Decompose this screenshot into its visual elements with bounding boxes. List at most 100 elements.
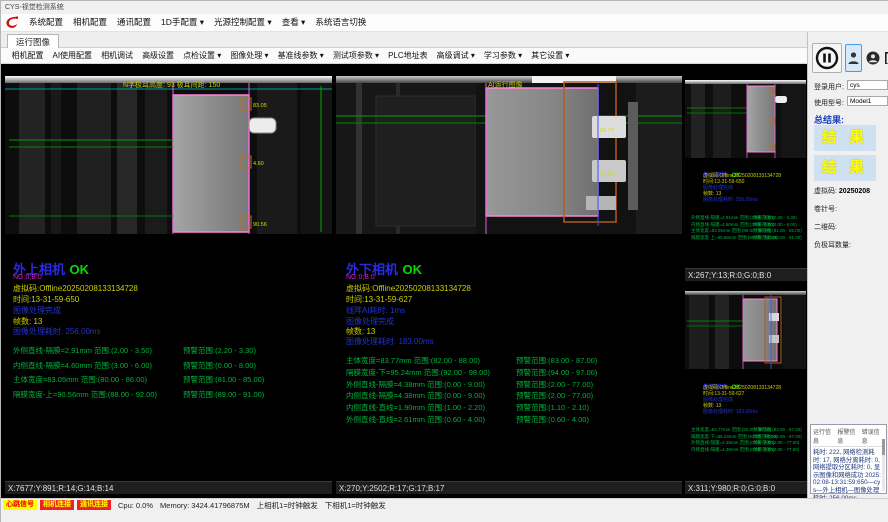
menu-robot-config[interactable]: 1D手配置 ▾	[156, 14, 209, 31]
comm-connection-badge: 通讯连接	[77, 500, 111, 510]
measurement-row: 外侧直线-隔膜=4.38mm 范围:(0.00 - 9.00)预警范围:(2.0…	[346, 374, 597, 386]
clamp-shape	[592, 160, 626, 182]
menu-light-control-config[interactable]: 光源控制配置 ▾	[209, 14, 277, 31]
virtual-code-line: 虚拟码:Offline20250208133134728	[346, 283, 471, 294]
camera-view-outer-upper[interactable]: N字极耳高度: 93 极耳间距: 150 83.05 4.60 90.56 外上…	[5, 76, 332, 494]
processing-time-line: 图像处理耗时: 256.00ms	[13, 326, 101, 337]
measurement-row: 内侧直线-隔膜=4.38mm 范围:(0.00 - 9.00)预警范围:(2.0…	[691, 438, 802, 445]
info-scrollbar[interactable]	[882, 439, 885, 491]
login-user-input[interactable]	[847, 80, 888, 90]
lower-camera-trigger-status: 下相机1=时钟触发	[325, 500, 386, 511]
measurement-row: 内侧直线-隔膜=4.38mm 范围:(0.00 - 9.00)预警范围:(2.0…	[346, 385, 597, 397]
ai-time-line: 线阵AI耗时: 1ms	[346, 305, 405, 316]
measurement-row: 主体宽度=83.77mm 范围:(82.00 - 88.00)预警范围:(83.…	[691, 418, 802, 425]
thumbnail-bottom-image	[685, 291, 806, 369]
tool-camera-config[interactable]: 相机配置	[7, 48, 48, 63]
cursor-pixel-status: X:7677;Y:891;R:14;G:14;B:14	[5, 481, 332, 494]
battery-cell-region	[743, 299, 777, 361]
camera-thumbnail-bottom[interactable]: 外下相机 OK 虚拟码:Offline20250208133134728 时间:…	[685, 286, 808, 494]
measurement-row: 隔膜宽度-下=95.24mm 范围:(92.00 - 98.00)预警范围:(9…	[346, 362, 597, 374]
warning-range: 预警范围:(2.00 - 77.00)	[753, 447, 799, 453]
virtual-code-value: 20250208	[839, 188, 870, 195]
login-user-label: 登录用户:	[814, 82, 844, 92]
pause-button[interactable]	[812, 43, 842, 73]
menu-view[interactable]: 查看 ▾	[277, 14, 311, 31]
middle-camera-image: AI运行图像 83.77 95.24	[336, 76, 682, 234]
result-ok: OK	[69, 262, 89, 277]
image-annotation-label: AI运行图像	[488, 80, 523, 89]
result-ok: OK	[402, 262, 422, 277]
menu-comm-config[interactable]: 通讯配置	[112, 14, 156, 31]
info-tab-run[interactable]: 运行信息	[813, 427, 833, 445]
time-line: 时间:13-31-59-650	[13, 294, 79, 305]
measurement-row: 主体宽度=83.05mm 范围:(80.00 - 86.00)预警范围:(81.…	[13, 369, 264, 384]
processing-time-line: 图像处理耗时: 183.00ms	[346, 336, 434, 347]
measurement-row: 外侧直线-隔膜=2.91mm 范围:(2.00 - 3.50)预警范围:(2.2…	[13, 340, 264, 355]
cursor-pixel-status: X:270;Y:2502;R:17;G:17;B:17	[336, 481, 682, 494]
result-block-upper: 结 果	[814, 125, 876, 151]
left-camera-image: N字极耳高度: 93 极耳间距: 150 83.05 4.60 90.56	[5, 76, 332, 234]
warning-range: 预警范围:(89.00 - 91.00)	[183, 389, 264, 400]
user-circle-icon	[866, 51, 880, 65]
roi-label: 95.24	[600, 172, 614, 178]
tool-learning-params[interactable]: 学习参数 ▾	[479, 48, 526, 63]
virtual-code-label: 虚拟码:	[814, 188, 837, 195]
model-input[interactable]	[847, 96, 888, 106]
qr-code-label: 二维码:	[814, 222, 837, 232]
result-block-lower: 结 果	[814, 155, 876, 181]
tool-advanced-debug[interactable]: 高级调试 ▾	[432, 48, 479, 63]
info-tab-error[interactable]: 错误信息	[862, 427, 882, 445]
menu-language-switch[interactable]: 系统语言切换	[310, 14, 371, 31]
status-bar: 心跳信号 相机连接 通讯连接 Cpu: 0.0% Memory: 3424.41…	[1, 498, 888, 522]
image-annotation-label: N字极耳高度: 93 极耳间距: 150	[123, 80, 220, 89]
exit-button[interactable]	[883, 45, 888, 71]
exit-icon	[884, 51, 888, 66]
measurement-row: 主体宽度=83.05mm 范围:(80.00 - 86.00)预警范围:(81.…	[691, 219, 802, 226]
needle-number-label: 卷针号:	[814, 204, 837, 214]
info-tabs: 运行信息 报警信息 错误信息	[813, 427, 882, 447]
tool-other-settings[interactable]: 其它设置 ▾	[527, 48, 574, 63]
processing-time-line: 图像处理耗时: 256.00ms	[703, 196, 758, 203]
info-tab-alarm[interactable]: 报警信息	[837, 427, 857, 445]
tool-spotcheck-settings[interactable]: 点检设置 ▾	[179, 48, 226, 63]
camera-thumbnail-top[interactable]: 外上相机 OK 虚拟码:Offline20250208133134728 时间:…	[685, 76, 808, 281]
tool-advanced-settings[interactable]: 高级设置	[138, 48, 179, 63]
info-log-box[interactable]: 运行信息 报警信息 错误信息 耗时: 222, 网络检测耗时: 17, 网络分离…	[810, 424, 887, 494]
cursor-pixel-status: X:267;Y:13;R:0;G:0;B:0	[685, 268, 808, 281]
app-logo-icon	[4, 15, 20, 30]
trigger-status: NG:0;B:0	[346, 274, 375, 281]
tool-baseline-params[interactable]: 基准线参数 ▾	[273, 48, 328, 63]
trigger-status: NG:0;B:0	[13, 274, 42, 281]
battery-tab-shape	[249, 118, 276, 133]
main-content: N字极耳高度: 93 极耳间距: 150 83.05 4.60 90.56 外上…	[1, 64, 807, 498]
tool-test-item-params[interactable]: 测试项参数 ▾	[328, 48, 383, 63]
camera-view-outer-lower[interactable]: AI运行图像 83.77 95.24 外下相机 OK NG:0;B:0 虚拟码:…	[336, 76, 682, 494]
tool-ai-use-config[interactable]: AI使用配置	[48, 48, 97, 63]
app-window: CYS-视觉检测系统 系统配置 相机配置 通讯配置 1D手配置 ▾ 光源控制配置…	[0, 0, 888, 522]
tool-image-processing[interactable]: 图像处理 ▾	[226, 48, 273, 63]
measurement-row: 内侧直线-隔膜=4.60mm 范围:(3.00 - 6.00)预警范围:(0.0…	[13, 355, 264, 370]
tab-run-image[interactable]: 运行图像	[7, 34, 59, 48]
warning-range: 预警范围:(89.00 - 91.00)	[753, 235, 802, 241]
tool-camera-debug[interactable]: 相机调试	[97, 48, 138, 63]
tool-plc-address-table[interactable]: PLC地址表	[384, 48, 433, 63]
cpu-usage: Cpu: 0.0%	[118, 501, 153, 510]
title-bar: CYS-视觉检测系统	[1, 1, 888, 14]
virtual-code-line: 虚拟码:Offline20250208133134728	[13, 283, 138, 294]
window-title: CYS-视觉检测系统	[5, 4, 64, 11]
operator-button[interactable]	[865, 45, 880, 71]
menu-system-config[interactable]: 系统配置	[24, 14, 68, 31]
login-user-button[interactable]	[845, 44, 862, 72]
user-icon	[848, 51, 859, 65]
cursor-pixel-status: X:311;Y:980;R:0;G:0;B:0	[685, 481, 808, 494]
right-panel: 登录用户: 使用型号: 总结果: 结 果 结 果 虚拟码: 20250208 卷…	[807, 32, 888, 498]
thumbnail-top-image	[685, 80, 806, 158]
virtual-code-row: 虚拟码: 20250208	[814, 186, 870, 196]
measurement-list: 外侧直线-隔膜=2.91mm 范围:(2.00 - 3.50)预警范围:(2.2…	[13, 340, 264, 398]
roi-label: 83.77	[600, 128, 614, 134]
measurement-value: 外侧直线-直线=2.61mm 范围:(0.60 - 4.00)	[346, 414, 516, 425]
menu-camera-config[interactable]: 相机配置	[68, 14, 112, 31]
measurement-row: 内侧直线-直线=1.90mm 范围:(1.00 - 2.20)预警范围:(1.1…	[346, 397, 597, 409]
battery-cell-region	[486, 88, 598, 216]
clamp-shape	[769, 313, 779, 321]
